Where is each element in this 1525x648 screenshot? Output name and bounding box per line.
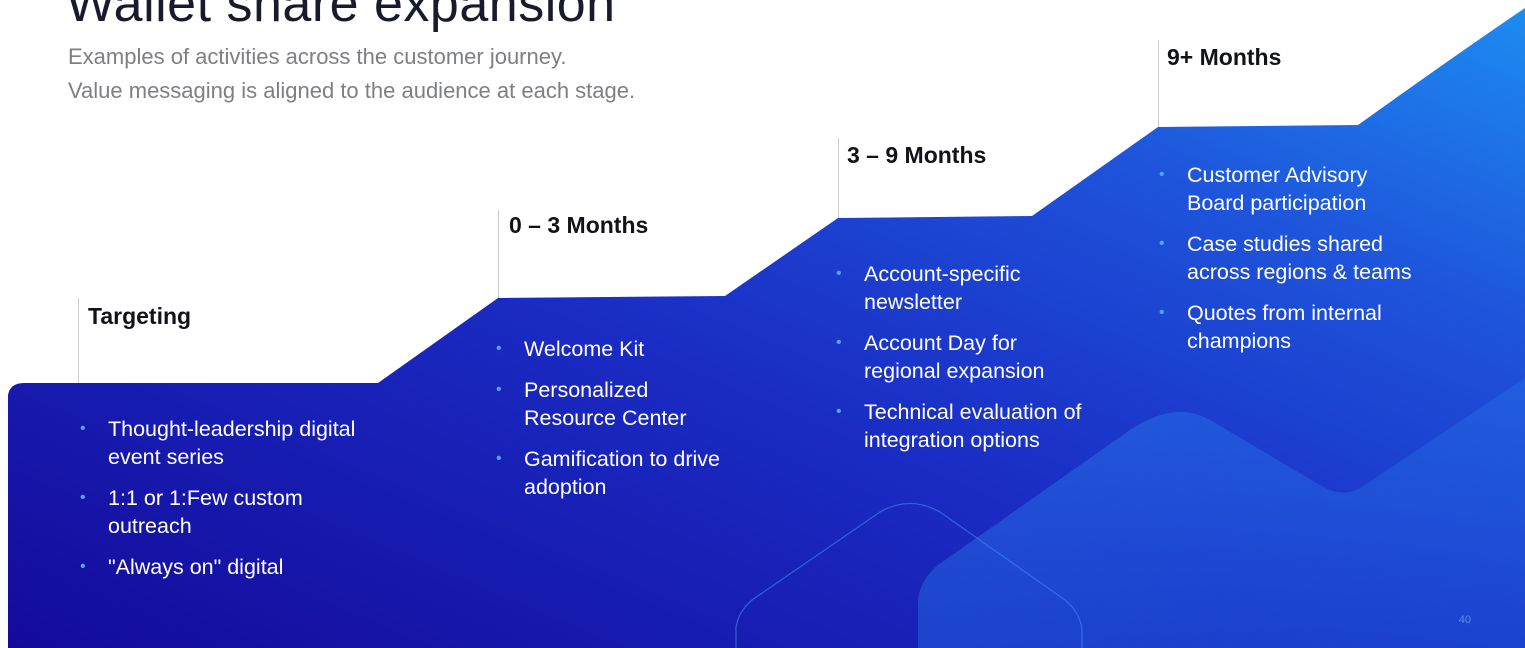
activity-list-targeting: Thought-leadership digital event series … (80, 415, 370, 594)
list-item: Case studies shared across regions & tea… (1159, 230, 1427, 286)
page-number: 40 (1458, 614, 1471, 626)
stage-divider-0-3-months (498, 210, 499, 298)
stage-label-targeting: Targeting (88, 303, 192, 329)
stage-label-9-plus-months: 9+ Months (1167, 44, 1282, 70)
list-item: Personalized Resource Center (496, 376, 734, 432)
stage-divider-9-plus-months (1158, 40, 1159, 127)
list-item: Account Day for regional expansion (836, 329, 1094, 385)
activity-list-3-9-months: Account-specific newsletter Account Day … (836, 260, 1136, 467)
list-item: Quotes from internal champions (1159, 299, 1447, 355)
stage-label-3-9-months: 3 – 9 Months (847, 142, 987, 168)
list-item: Thought-leadership digital event series (80, 415, 370, 471)
list-item: Gamification to drive adoption (496, 445, 784, 501)
list-item: Account-specific newsletter (836, 260, 1069, 316)
activity-list-9-plus-months: Customer Advisory Board participation Ca… (1159, 161, 1449, 368)
list-item: Customer Advisory Board participation (1159, 161, 1417, 217)
activity-list-0-3-months: Welcome Kit Personalized Resource Center… (496, 335, 796, 514)
list-item: "Always on" digital (80, 553, 370, 581)
list-item: Welcome Kit (496, 335, 796, 363)
stage-label-0-3-months: 0 – 3 Months (509, 212, 649, 238)
stage-divider-targeting (78, 298, 79, 383)
list-item: 1:1 or 1:Few custom outreach (80, 484, 370, 540)
list-item: Technical evaluation of integration opti… (836, 398, 1154, 454)
stage-divider-3-9-months (838, 138, 839, 218)
